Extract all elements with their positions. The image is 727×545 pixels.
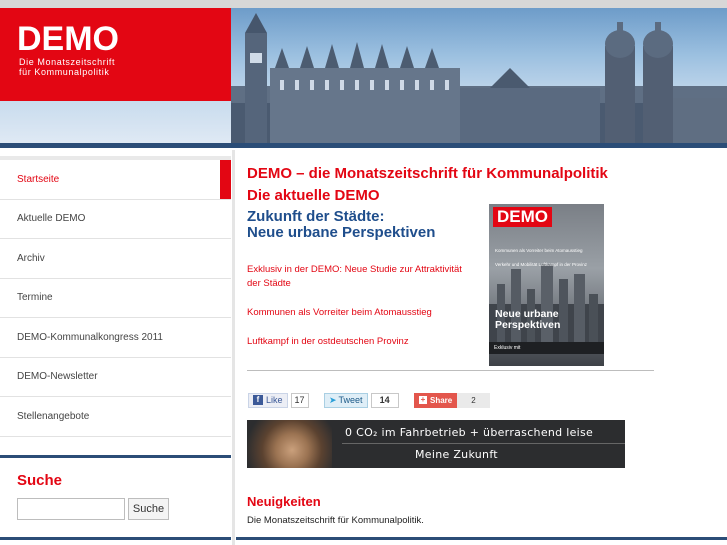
search-input[interactable] (17, 498, 125, 520)
issue-headline[interactable]: Zukunft der Städte: Neue urbane Perspekt… (247, 209, 435, 241)
section-subtitle: Die aktuelle DEMO (247, 187, 380, 204)
issue-headline-line-2: Neue urbane Perspektiven (247, 224, 436, 241)
top-strip (0, 0, 727, 8)
tweet-widget: ➤ Tweet 14 (324, 392, 399, 408)
article-link-studie[interactable]: Exklusiv in der DEMO: Neue Studie zur At… (247, 263, 477, 291)
tweet-button[interactable]: ➤ Tweet (324, 392, 368, 408)
share-label: Share (430, 395, 453, 405)
tweet-label: Tweet (338, 395, 363, 405)
news-text: Die Monatszeitschrift für Kommunalpoliti… (247, 515, 424, 526)
sidebar-item-termine[interactable]: Termine (0, 279, 231, 318)
ad-banner[interactable]: 0 CO₂ im Fahrbetrieb + überraschend leis… (247, 420, 625, 468)
share-button[interactable]: + Share (414, 392, 458, 408)
plus-icon: + (419, 395, 427, 404)
sidebar-item-stellenangebote[interactable]: Stellenangebote (0, 397, 231, 437)
cover-logo: DEMO (493, 207, 552, 227)
issue-headline-line-1: Zukunft der Städte: (247, 208, 385, 225)
twitter-bird-icon: ➤ (329, 394, 337, 405)
main-bottom-bar (236, 537, 727, 540)
banner-line-2: Meine Zukunft (415, 448, 498, 461)
logo-subtitle: Die Monatszeitschrift für Kommunalpoliti… (19, 57, 115, 77)
sidebar-nav: Startseite Aktuelle DEMO Archiv Termine … (0, 160, 231, 437)
sidebar-divider (0, 455, 231, 458)
content-divider (247, 370, 654, 371)
news-title: Neuigkeiten (247, 494, 321, 509)
site-header: DEMO Die Monatszeitschrift für Kommunalp… (0, 8, 727, 143)
sidebar-item-newsletter[interactable]: DEMO-Newsletter (0, 358, 231, 397)
logo-subtitle-line-2: für Kommunalpolitik (19, 67, 110, 77)
article-link-luftkampf[interactable]: Luftkampf in der ostdeutschen Provinz (247, 335, 477, 349)
facebook-icon: f (253, 395, 263, 405)
cover-teaser-1: Kommunen als Vorreiter beim Atomausstieg (495, 248, 583, 253)
sidebar-item-archiv[interactable]: Archiv (0, 239, 231, 279)
sidebar-bottom-bar (0, 537, 231, 540)
sidebar-item-kommunalkongress[interactable]: DEMO-Kommunalkongress 2011 (0, 318, 231, 358)
column-separator (232, 150, 235, 545)
page-title: DEMO – die Monatszeitschrift für Kommuna… (247, 165, 608, 182)
banner-rule (342, 443, 625, 444)
site-logo[interactable]: DEMO Die Monatszeitschrift für Kommunalp… (0, 8, 231, 101)
share-widget: + Share 2 (414, 392, 490, 408)
cover-teaser-2: Verkehr und Mobilität Luftkampf in der P… (495, 262, 588, 267)
logo-subtitle-line-1: Die Monatszeitschrift (19, 57, 116, 67)
facebook-like-widget: f Like 17 (248, 392, 309, 408)
cover-bar: Exklusiv mit (489, 342, 604, 354)
search-button[interactable]: Suche (128, 498, 169, 520)
cover-skyline-image (489, 264, 604, 344)
sidebar-item-aktuelle-demo[interactable]: Aktuelle DEMO (0, 200, 231, 239)
share-count: 2 (457, 392, 490, 408)
cover-headline: Neue urbane Perspektiven (495, 309, 560, 331)
sidebar-item-startseite[interactable]: Startseite (0, 160, 231, 200)
facebook-like-button[interactable]: f Like (248, 392, 288, 408)
search-title: Suche (17, 472, 63, 489)
facebook-like-count: 17 (290, 392, 309, 408)
header-divider (0, 143, 727, 148)
article-link-atomausstieg[interactable]: Kommunen als Vorreiter beim Atomausstieg (247, 306, 477, 320)
facebook-like-label: Like (266, 395, 283, 405)
tweet-count: 14 (370, 392, 399, 408)
banner-line-1: 0 CO₂ im Fahrbetrieb + überraschend leis… (345, 426, 594, 439)
magazine-cover[interactable]: DEMO Kommunen als Vorreiter beim Atomaus… (489, 204, 604, 366)
banner-child-image (247, 420, 332, 468)
cover-headline-line-2: Perspektiven (495, 319, 561, 331)
logo-title: DEMO (17, 20, 119, 58)
